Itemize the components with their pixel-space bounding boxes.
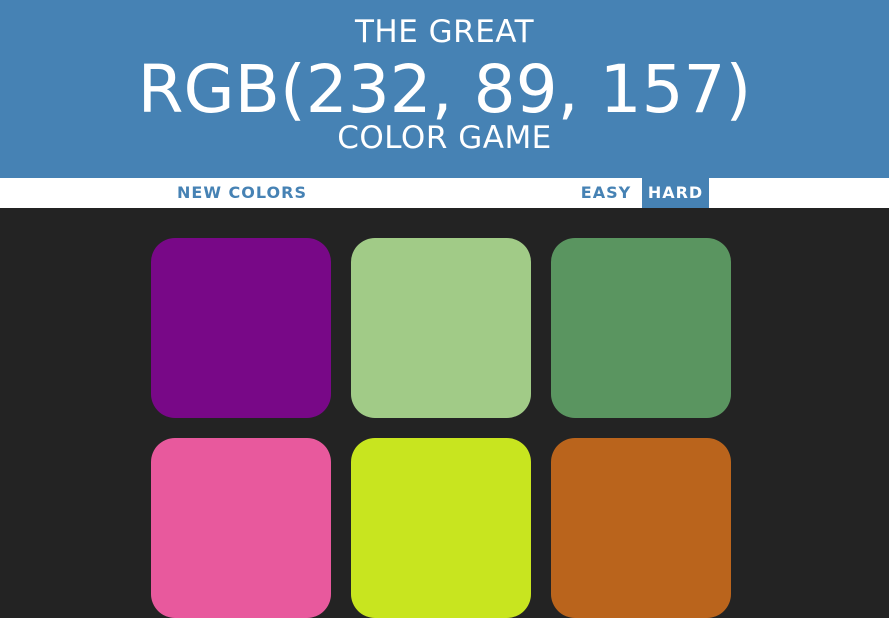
title-line-the-great: THE GREAT (354, 14, 535, 50)
color-square-4[interactable] (151, 438, 331, 618)
color-square-1[interactable] (151, 238, 331, 418)
color-square-3[interactable] (551, 238, 731, 418)
header: THE GREAT RGB(232, 89, 157) COLOR GAME (0, 0, 889, 178)
new-colors-button[interactable]: NEW COLORS (172, 178, 312, 208)
color-square-6[interactable] (551, 438, 731, 618)
title-line-color-game: COLOR GAME (337, 120, 552, 156)
color-square-2[interactable] (351, 238, 531, 418)
hard-mode-button[interactable]: HARD (642, 178, 709, 208)
color-board (0, 208, 889, 618)
easy-mode-button[interactable]: EASY (576, 178, 636, 208)
target-rgb-display: RGB(232, 89, 157) (137, 51, 752, 128)
status-message (330, 178, 560, 208)
control-stripe: NEW COLORS EASY HARD (0, 178, 889, 208)
color-square-5[interactable] (351, 438, 531, 618)
